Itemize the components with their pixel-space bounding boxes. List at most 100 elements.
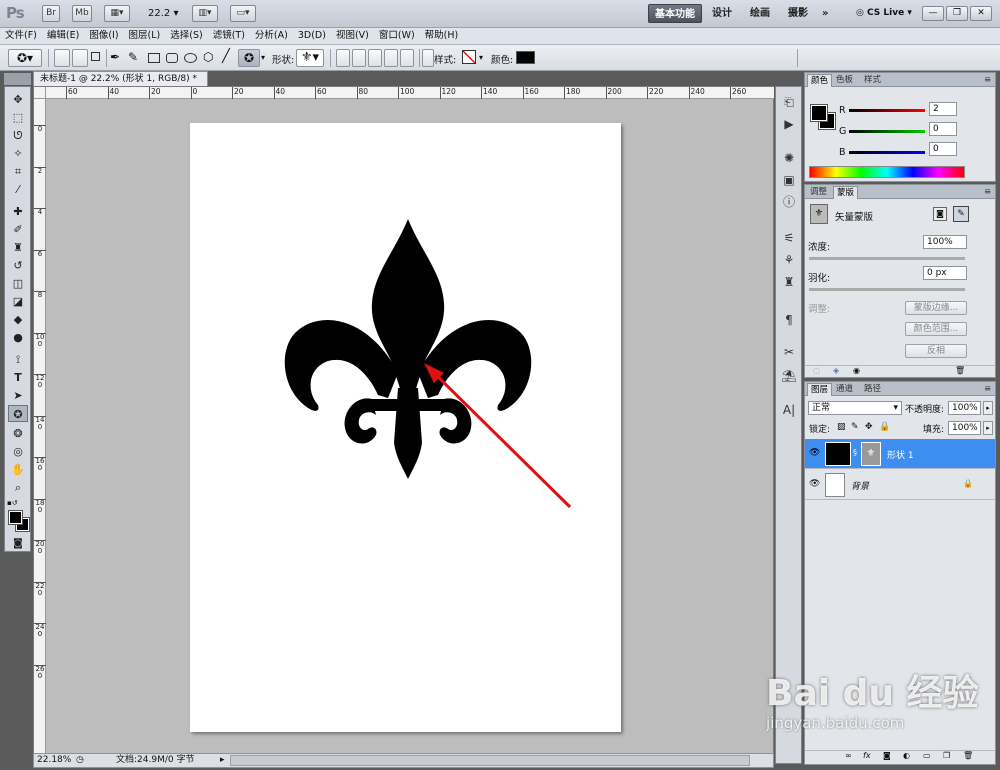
screen-mode-button[interactable]: ▭▾ (230, 5, 256, 22)
workspace-essentials[interactable]: 基本功能 (648, 4, 702, 23)
brushes-panel-icon[interactable]: ⚘ (779, 251, 799, 269)
horizontal-ruler[interactable]: 60 40 20 0 20 40 60 80 100 120 140 160 180 200 220 240 2… (46, 87, 774, 99)
fill-input[interactable]: 100% (948, 421, 981, 435)
brush-presets-icon[interactable]: ⚟ (779, 229, 799, 247)
link-layers-icon[interactable]: ∞ (845, 751, 852, 760)
layer-row-shape-1[interactable]: 👁 § ⚜ 形状 1 (805, 439, 995, 469)
zoom-tool-icon[interactable]: ⌕ (8, 479, 28, 496)
eyedropper-tool-icon[interactable]: ⁄ (8, 181, 28, 198)
pixel-mask-icon[interactable]: ◙ (933, 207, 947, 221)
layer-visibility-eye-icon[interactable]: 👁 (809, 479, 820, 489)
color-foreground-swatch[interactable] (810, 104, 828, 122)
brush-tool-icon[interactable]: ✐ (8, 221, 28, 238)
new-group-icon[interactable]: ▭ (923, 751, 931, 760)
color-range-button[interactable]: 颜色范围... (905, 322, 967, 336)
panel-menu-icon[interactable]: ≡ (981, 186, 994, 199)
lock-image-icon[interactable]: ✎ (851, 422, 859, 432)
workspace-painting[interactable]: 绘画 (744, 4, 776, 23)
ellipse-tool-icon[interactable] (184, 53, 197, 63)
bridge-button[interactable]: Br (42, 5, 60, 22)
lock-position-icon[interactable]: ✥ (865, 422, 873, 432)
menu-edit[interactable]: 编辑(E) (42, 28, 84, 44)
eraser-tool-icon[interactable]: ◫ (8, 275, 28, 292)
channel-g-input[interactable]: 0 (929, 122, 957, 136)
fleur-de-lis-shape[interactable] (190, 123, 621, 732)
3d-orbit-icon[interactable]: ◎ (8, 443, 28, 460)
history-panel-icon[interactable]: ⎗ (779, 93, 799, 111)
new-layer-icon[interactable]: ❐ (943, 751, 950, 760)
density-slider[interactable] (809, 257, 965, 260)
panel-menu-icon[interactable]: ≡ (981, 74, 994, 87)
more-workspaces-button[interactable]: » (816, 4, 834, 23)
menu-filter[interactable]: 滤镜(T) (208, 28, 250, 44)
lock-all-icon[interactable]: 🔒 (879, 422, 890, 432)
tab-paths[interactable]: 路径 (861, 383, 884, 396)
marquee-tool-icon[interactable]: ⬚ (8, 109, 28, 126)
tab-color[interactable]: 颜色 (807, 74, 833, 87)
menu-select[interactable]: 选择(S) (165, 28, 207, 44)
document-tab[interactable]: 未标题-1 @ 22.2% (形状 1, RGB/8) * ✕ (33, 71, 208, 98)
navigator-panel-icon[interactable]: ▣ (779, 171, 799, 189)
paint-bucket-icon[interactable]: ◪ (8, 293, 28, 310)
menu-3d[interactable]: 3D(D) (293, 28, 331, 44)
ruler-origin[interactable] (34, 87, 46, 99)
menu-window[interactable]: 窗口(W) (374, 28, 420, 44)
type-tool-icon[interactable]: T (8, 369, 28, 386)
paragraph-panel-icon[interactable]: ¶ (779, 311, 799, 329)
menu-view[interactable]: 视图(V) (331, 28, 374, 44)
opacity-arrow-icon[interactable]: ▸ (983, 401, 993, 415)
link-layer-style-icon[interactable] (422, 49, 434, 67)
feather-input[interactable]: 0 px (923, 266, 967, 280)
status-menu-arrow-icon[interactable]: ▸ (220, 754, 225, 767)
layer-vector-mask-thumbnail[interactable]: ⚜ (861, 442, 881, 466)
canvas[interactable] (190, 123, 621, 732)
mask-link-icon[interactable]: § (853, 448, 857, 457)
tab-channels[interactable]: 通道 (833, 383, 856, 396)
clone-source-icon[interactable]: ♜ (779, 273, 799, 291)
restore-button[interactable]: ❐ (946, 6, 968, 21)
load-selection-icon[interactable]: ◌ (813, 366, 820, 375)
intersect-shape-area-icon[interactable] (384, 49, 398, 67)
workspace-design[interactable]: 设计 (706, 4, 738, 23)
tab-styles[interactable]: 样式 (861, 74, 884, 87)
crop-tool-icon[interactable]: ⌗ (8, 163, 28, 180)
default-colors-icon[interactable]: ▪↺ (7, 499, 18, 507)
mask-edge-button[interactable]: 蒙版边缘... (905, 301, 967, 315)
line-tool-icon[interactable]: ╱ (222, 49, 230, 64)
status-icon[interactable]: ◷ (76, 754, 84, 767)
pen-tool-icon[interactable]: ⟟ (8, 351, 28, 368)
paths-mode-icon[interactable] (72, 49, 88, 67)
tool-presets-icon[interactable]: ✂ (779, 343, 799, 361)
create-new-shape-icon[interactable] (336, 49, 350, 67)
tool-preset-picker[interactable]: ✪▾ (8, 49, 42, 67)
delete-mask-icon[interactable]: 🗑 (955, 366, 965, 375)
panel-menu-icon[interactable]: ≡ (981, 383, 994, 396)
custom-shape-tool-icon[interactable]: ✪ (8, 405, 28, 422)
actions-panel-icon[interactable]: ▶ (779, 115, 799, 133)
add-shape-area-icon[interactable] (352, 49, 366, 67)
mini-bridge-button[interactable]: Mb (72, 5, 92, 22)
delete-layer-icon[interactable]: 🗑 (963, 751, 973, 760)
close-button[interactable]: ✕ (970, 6, 992, 21)
apply-mask-icon[interactable]: ◈ (833, 366, 839, 375)
tab-adjustments[interactable]: 调整 (807, 186, 830, 199)
pen-tool-icon[interactable]: ✒ (110, 50, 120, 64)
layer-style-icon[interactable]: fx (863, 751, 871, 760)
exclude-shape-area-icon[interactable] (400, 49, 414, 67)
rounded-rectangle-icon[interactable] (166, 53, 178, 63)
move-tool-icon[interactable]: ✥ (8, 91, 28, 108)
vertical-ruler[interactable]: 0 2 4 6 8 100 120 140 160 180 200 220 240 260 (34, 99, 46, 755)
layer-name[interactable]: 形状 1 (887, 448, 914, 461)
layer-name[interactable]: 背景 (851, 479, 869, 492)
vector-mask-icon[interactable]: ✎ (953, 206, 969, 222)
zoom-percentage[interactable]: 22.18% (37, 754, 71, 767)
channel-r-slider[interactable] (849, 109, 925, 112)
clone-stamp-icon[interactable]: ♜ (8, 239, 28, 256)
channel-b-input[interactable]: 0 (929, 142, 957, 156)
visibility-icon[interactable]: ◉ (853, 366, 860, 375)
menu-file[interactable]: 文件(F) (0, 28, 42, 44)
freeform-pen-icon[interactable]: ✎ (128, 50, 138, 64)
foreground-color-swatch[interactable] (8, 510, 23, 525)
menu-analysis[interactable]: 分析(A) (250, 28, 293, 44)
invert-button[interactable]: 反相 (905, 344, 967, 358)
